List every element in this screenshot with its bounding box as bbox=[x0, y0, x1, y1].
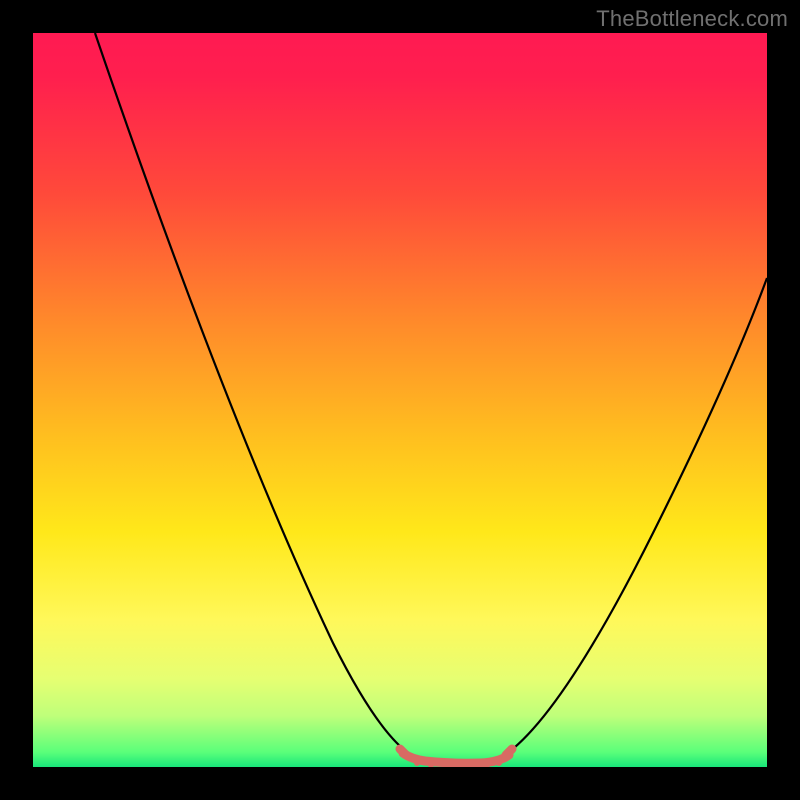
plot-area bbox=[33, 33, 767, 767]
highlight-ticks bbox=[417, 760, 499, 766]
left-curve bbox=[95, 33, 411, 755]
chart-frame: TheBottleneck.com bbox=[0, 0, 800, 800]
right-curve bbox=[505, 278, 767, 755]
curve-layer bbox=[33, 33, 767, 767]
watermark-text: TheBottleneck.com bbox=[596, 6, 788, 32]
